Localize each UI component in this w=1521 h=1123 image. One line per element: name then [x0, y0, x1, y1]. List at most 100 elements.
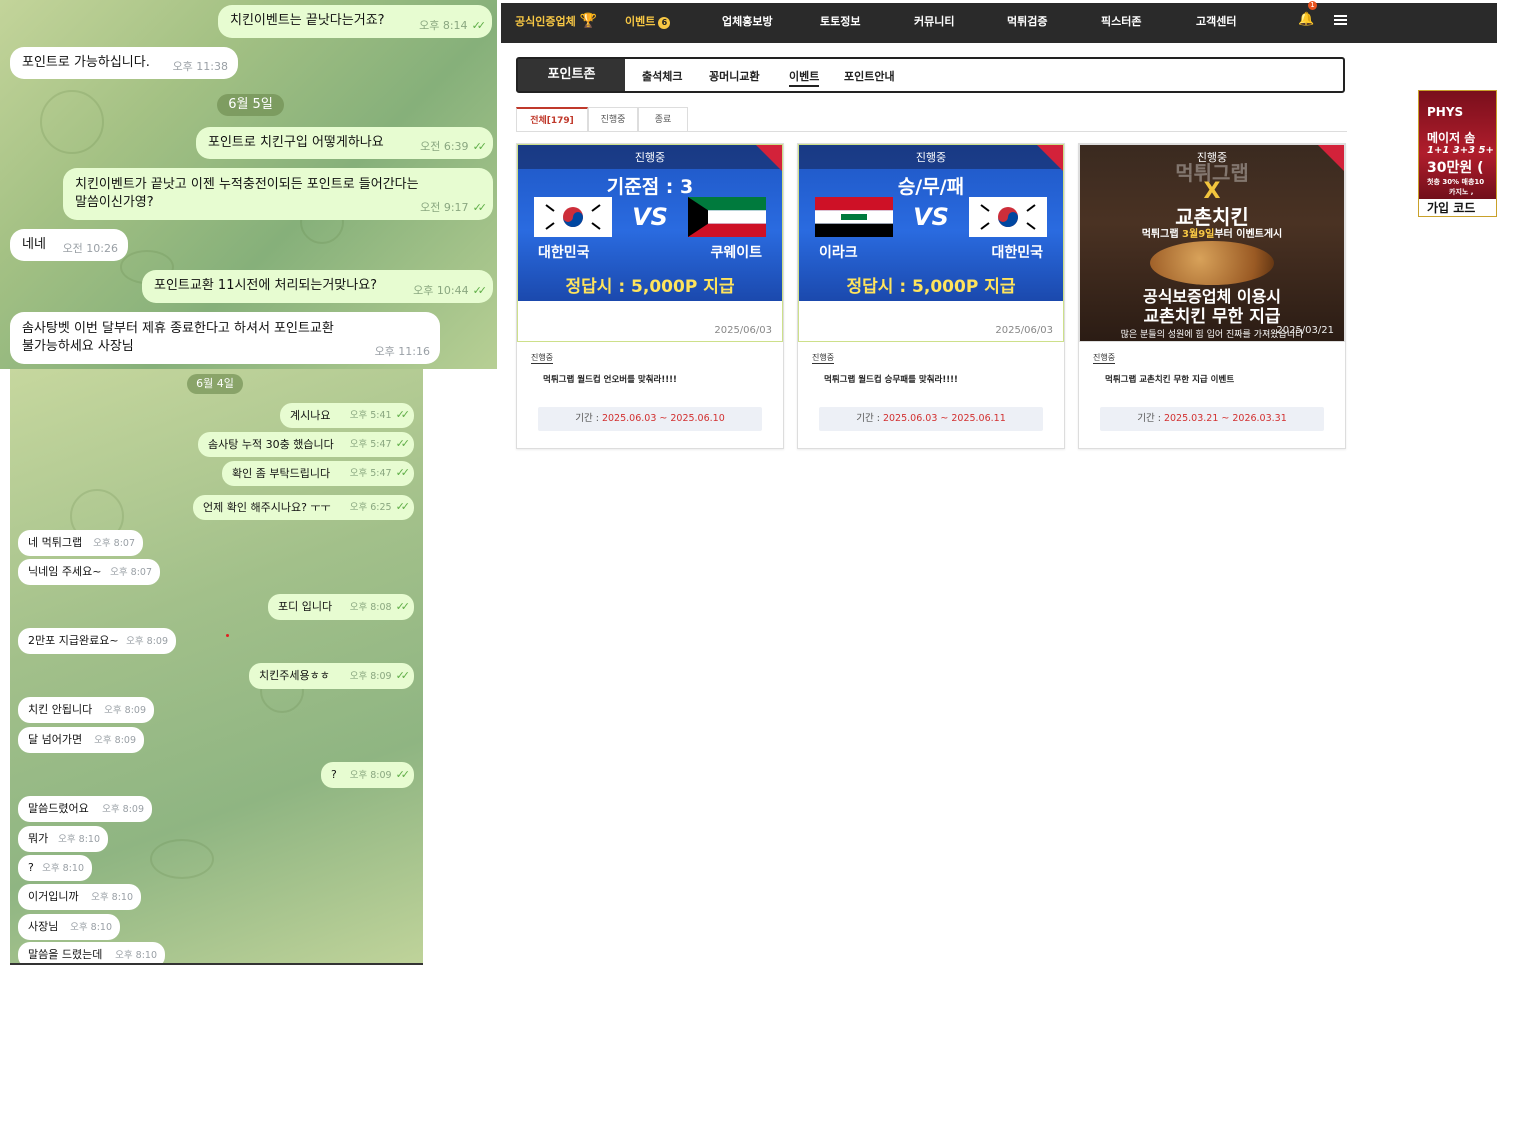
double-check-icon: ✓✓: [395, 768, 411, 781]
team-right: 쿠웨이트: [710, 245, 762, 261]
tab-point-guide[interactable]: 포인트안내: [844, 68, 895, 84]
nav-item-toto-info[interactable]: 토토정보: [820, 13, 860, 29]
message-time: 오후 5:47: [349, 439, 392, 450]
ad-line: PHYS: [1427, 105, 1464, 119]
message-outgoing[interactable]: 포인트로 치킨구입 어떻게하나요 오전 6:39 ✓✓: [196, 127, 493, 159]
message-outgoing[interactable]: 치킨이벤트는 끝낫다는거죠? 오후 8:14 ✓✓: [218, 5, 492, 38]
event-date: 2025/03/21: [1276, 325, 1334, 336]
event-period: 기간 : 2025.06.03 ~ 2025.06.10: [538, 407, 762, 431]
message-time: 오후 5:47: [349, 468, 392, 479]
message-incoming[interactable]: 뭐가 오후 8:10: [18, 826, 108, 852]
fried-chicken-image: [1150, 241, 1274, 285]
message-incoming[interactable]: 포인트로 가능하십니다. 오후 11:38: [10, 47, 238, 79]
nav-item-verification[interactable]: 먹튀검증: [1007, 13, 1047, 29]
message-text: 치킨이벤트가 끝낫고 이젠 누적충전이되든 포인트로 들어간다는: [75, 177, 419, 192]
message-incoming[interactable]: 치킨 안됩니다 오후 8:09: [18, 697, 154, 723]
tab-attendance[interactable]: 출석체크: [642, 68, 682, 84]
team-left: 대한민국: [538, 245, 590, 261]
message-incoming[interactable]: 말씀을 드렸는데 오후 8:10: [18, 942, 165, 963]
chat-panel-top: 치킨이벤트는 끝낫다는거죠? 오후 8:14 ✓✓ 포인트로 가능하십니다. 오후…: [0, 0, 497, 369]
event-website: 공식인증업체 🏆 이벤트 6 업체홍보방 토토정보 커뮤니티 먹튀검증 픽스터존 …: [501, 1, 1497, 463]
ad-line: 1+1 3+3 5+: [1427, 145, 1494, 156]
nav-item-support[interactable]: 고객센터: [1196, 13, 1236, 29]
ad-line: 카지노 ,: [1449, 188, 1474, 196]
message-time: 오후 8:14: [419, 19, 468, 32]
message-outgoing[interactable]: 계시나요 오후 5:41 ✓✓: [280, 403, 414, 428]
event-period: 기간 : 2025.06.03 ~ 2025.06.11: [819, 407, 1043, 431]
tab-event[interactable]: 이벤트: [789, 68, 820, 87]
kuwait-flag-icon: [688, 197, 766, 237]
message-time: 오후 6:25: [349, 502, 392, 513]
message-text-line2: 불가능하세요 사장님: [22, 339, 134, 354]
subtab-ended[interactable]: 종료: [638, 107, 688, 131]
message-time: 오후 8:10: [91, 892, 133, 903]
message-time: 오후 8:09: [349, 671, 392, 682]
message-time: 오후 8:09: [104, 705, 146, 716]
message-incoming[interactable]: 네 먹튀그랩 오후 8:07: [18, 530, 143, 556]
banner-prize: 정답시 : 5,000P 지급: [846, 277, 1016, 297]
message-time: 오후 8:07: [93, 538, 135, 549]
message-outgoing[interactable]: 치킨이벤트가 끝낫고 이젠 누적충전이되든 포인트로 들어간다는 말씀이신가영?…: [63, 168, 493, 220]
double-check-icon: ✓✓: [395, 600, 411, 613]
event-title[interactable]: 먹튀그랩 월드컵 언오버를 맞춰라!!!!: [543, 373, 677, 385]
hamburger-menu-icon[interactable]: [1334, 15, 1347, 27]
side-banner-ad[interactable]: PHYS 메이저 솜 1+1 3+3 5+ 30만원 ( 첫충 30% 매충10…: [1418, 90, 1497, 217]
nav-brand[interactable]: 공식인증업체 🏆: [515, 13, 597, 29]
status-tag: 진행중: [1093, 353, 1116, 364]
event-count-badge: 6: [658, 17, 671, 29]
event-card[interactable]: 진행중 승/무/패 VS 이라크 대한민국 정답시 : 5,000P 지급 20…: [797, 143, 1065, 449]
date-separator: 6월 4일: [187, 374, 243, 394]
nav-item-pickster[interactable]: 픽스터존: [1101, 13, 1141, 29]
team-right: 대한민국: [991, 245, 1043, 261]
message-time: 오후 5:41: [349, 410, 392, 421]
message-incoming[interactable]: 이거입니까 오후 8:10: [18, 884, 141, 910]
message-time: 오전 10:26: [62, 242, 118, 255]
message-time: 오후 8:09: [126, 636, 168, 647]
background-doodle: [40, 90, 104, 154]
nav-item-event[interactable]: 이벤트 6: [625, 13, 671, 29]
event-banner: 진행중 기준점 : 3 VS 대한민국 쿠웨이트 정답시 : 5,000P 지급: [518, 145, 782, 301]
bell-icon[interactable]: 🔔: [1298, 12, 1314, 27]
subtab-all[interactable]: 전체[179]: [516, 107, 588, 131]
double-check-icon: ✓✓: [395, 408, 411, 421]
event-banner: 진행중 승/무/패 VS 이라크 대한민국 정답시 : 5,000P 지급: [799, 145, 1063, 301]
event-title[interactable]: 먹튀그랩 교촌치킨 무한 지급 이벤트: [1105, 373, 1234, 385]
event-card[interactable]: 진행중 기준점 : 3 VS 대한민국 쿠웨이트 정답시 : 5,000P 지급…: [516, 143, 784, 449]
double-check-icon: ✓✓: [395, 437, 411, 450]
message-incoming[interactable]: 말씀드렸어요 오후 8:09: [18, 796, 152, 822]
event-card[interactable]: 먹튀그랩 진행중 X 교촌치킨 먹튀그랩 3월9일부터 이벤트게시 공식보증업체…: [1078, 143, 1346, 449]
message-outgoing[interactable]: 포인트교환 11시전에 처리되는거맞나요? 오후 10:44 ✓✓: [142, 270, 493, 303]
notification-count: 1: [1308, 1, 1317, 10]
message-outgoing[interactable]: 솜사탕 누적 30충 했습니다 오후 5:47 ✓✓: [198, 432, 414, 457]
nav-item-community[interactable]: 커뮤니티: [914, 13, 954, 29]
message-outgoing[interactable]: 언제 확인 해주시나요? ㅜㅜ 오후 6:25 ✓✓: [193, 495, 414, 520]
ad-join-code: 가입 코드: [1419, 199, 1496, 216]
banner-subtitle: 먹튀그랩 3월9일부터 이벤트게시: [1141, 229, 1283, 240]
message-incoming[interactable]: 2만포 지급완료요~ 오후 8:09: [18, 628, 176, 654]
trophy-icon: 🏆: [579, 13, 598, 29]
message-incoming[interactable]: 닉네임 주세요~ 오후 8:07: [18, 559, 160, 585]
message-incoming[interactable]: 달 넘어가면 오후 8:09: [18, 727, 144, 753]
nav-item-promo[interactable]: 업체홍보방: [722, 13, 773, 29]
event-filter-tabs: 전체[179] 진행중 종료: [516, 107, 1347, 132]
message-outgoing[interactable]: 포디 입니다 오후 8:08 ✓✓: [268, 594, 414, 620]
background-doodle: [150, 839, 214, 879]
subtab-ongoing[interactable]: 진행중: [588, 107, 638, 131]
event-title[interactable]: 먹튀그랩 월드컵 승무패를 맞춰라!!!!: [824, 373, 958, 385]
message-incoming[interactable]: ? 오후 8:10: [18, 855, 92, 881]
team-left: 이라크: [819, 245, 858, 261]
message-outgoing[interactable]: ? 오후 8:09 ✓✓: [321, 762, 414, 788]
event-date: 2025/06/03: [995, 325, 1053, 336]
message-outgoing[interactable]: 확인 좀 부탁드립니다 오후 5:47 ✓✓: [222, 461, 414, 486]
date-separator: 6월 5일: [217, 94, 284, 116]
message-time: 오후 8:10: [42, 863, 84, 874]
chat-panel-bottom: 6월 4일 계시나요 오후 5:41 ✓✓ 솜사탕 누적 30충 했습니다 오후 …: [10, 369, 423, 965]
message-time: 오전 9:17: [420, 201, 469, 214]
tab-free-money[interactable]: 꽁머니교환: [709, 68, 760, 84]
double-check-icon: ✓✓: [395, 500, 411, 513]
message-time: 오후 11:38: [172, 60, 228, 73]
message-outgoing[interactable]: 치킨주세용ㅎㅎ 오후 8:09 ✓✓: [249, 663, 414, 689]
message-incoming[interactable]: 솜사탕벳 이번 달부터 제휴 종료한다고 하셔서 포인트교환 불가능하세요 사장…: [10, 312, 440, 364]
message-incoming[interactable]: 사장님 오후 8:10: [18, 914, 120, 940]
message-incoming[interactable]: 네네 오전 10:26: [10, 229, 128, 261]
